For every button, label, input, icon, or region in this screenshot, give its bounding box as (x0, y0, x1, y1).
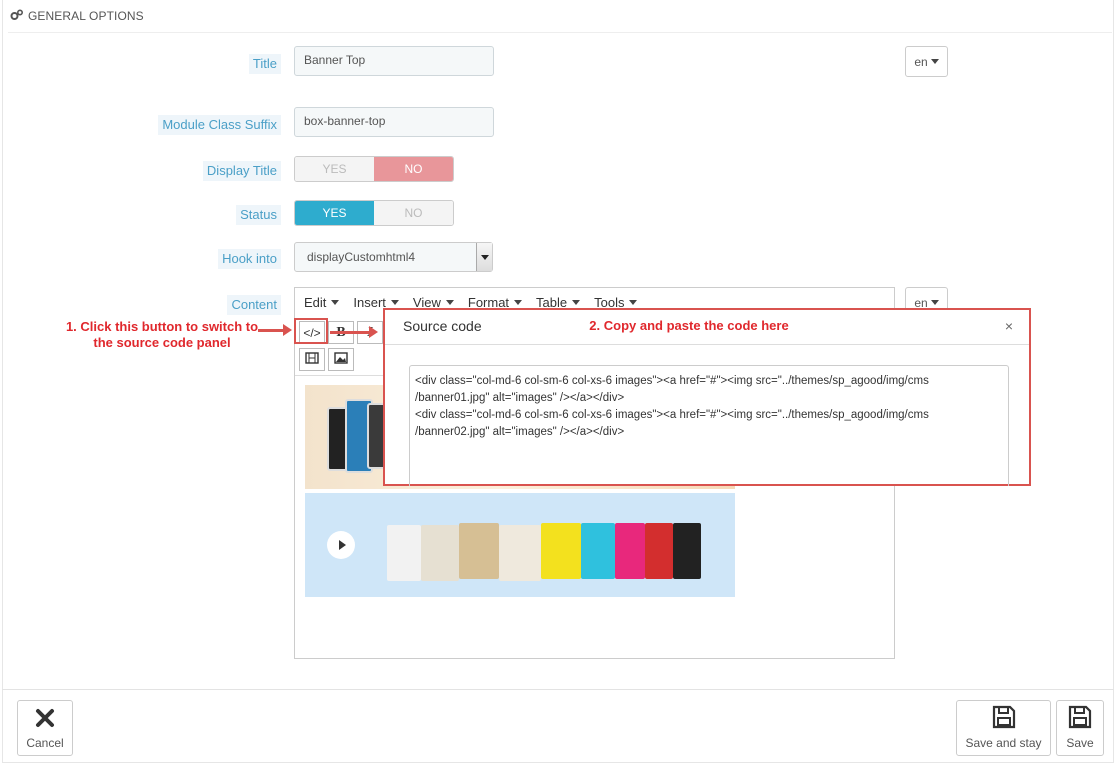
insert-video-button[interactable] (299, 348, 325, 371)
title-language-dropdown[interactable]: en (905, 46, 948, 77)
caret-down-icon (390, 299, 399, 305)
highlight-box (294, 318, 328, 344)
arrow-head-icon (283, 324, 292, 336)
close-icon (34, 707, 56, 736)
divider (385, 344, 1029, 345)
save-icon (992, 705, 1016, 736)
display-title-label: Display Title (202, 161, 281, 181)
save-and-stay-label: Save and stay (965, 736, 1042, 750)
annotation-step-2: 2. Copy and paste the code here (589, 318, 789, 333)
display-title-no[interactable]: NO (374, 157, 453, 181)
divider (8, 32, 1112, 33)
display-title-yes[interactable]: YES (295, 157, 374, 181)
annotation-step-1: 1. Click this button to switch to the so… (65, 319, 259, 350)
film-icon (305, 352, 319, 367)
close-icon[interactable]: × (1005, 318, 1013, 334)
cancel-button[interactable]: Cancel (17, 700, 73, 756)
save-label: Save (1066, 736, 1094, 750)
source-code-dialog: Source code × <div class="col-md-6 col-s… (383, 308, 1031, 486)
caret-down-icon (514, 299, 523, 305)
annotation-arrow (258, 329, 284, 332)
cogs-icon (10, 8, 24, 24)
caret-down-icon (572, 299, 581, 305)
status-label: Status (236, 205, 281, 225)
code-line: /banner01.jpg" alt="images" /></a></div> (415, 392, 625, 404)
status-no[interactable]: NO (374, 201, 453, 225)
caret-down-icon (930, 300, 939, 305)
play-icon (327, 531, 355, 559)
status-switch[interactable]: YES NO (294, 200, 454, 226)
module-class-suffix-input[interactable]: box-banner-top (294, 107, 494, 137)
title-label: Title (248, 54, 281, 74)
status-yes[interactable]: YES (295, 201, 374, 225)
cancel-label: Cancel (26, 736, 64, 750)
code-line: <div class="col-md-6 col-sm-6 col-xs-6 i… (415, 375, 929, 387)
language-code: en (914, 54, 928, 69)
hook-into-value: displayCustomhtml4 (307, 250, 416, 264)
module-class-suffix-label: Module Class Suffix (158, 115, 281, 135)
caret-down-icon (445, 299, 454, 305)
caret-down-icon (629, 299, 638, 305)
save-icon (1068, 705, 1092, 736)
code-line: /banner02.jpg" alt="images" /></a></div> (415, 426, 625, 438)
content-label: Content (227, 295, 281, 315)
annotation-arrow (330, 331, 370, 334)
arrow-head-icon (369, 326, 378, 338)
insert-image-button[interactable] (328, 348, 354, 371)
code-line: <div class="col-md-6 col-sm-6 col-xs-6 i… (415, 409, 929, 421)
hook-into-label: Hook into (218, 249, 281, 269)
select-arrow-icon[interactable] (476, 243, 492, 271)
image-icon (334, 352, 348, 367)
save-and-stay-button[interactable]: Save and stay (956, 700, 1051, 756)
dialog-title: Source code (403, 318, 482, 334)
caret-down-icon (331, 299, 340, 305)
display-title-switch[interactable]: YES NO (294, 156, 454, 182)
title-input[interactable]: Banner Top (294, 46, 494, 76)
panel-heading: GENERAL OPTIONS (10, 6, 144, 26)
source-code-textarea[interactable]: <div class="col-md-6 col-sm-6 col-xs-6 i… (409, 365, 1009, 486)
divider (2, 689, 1114, 690)
banner-image-cameras (305, 493, 735, 597)
caret-down-icon (930, 59, 939, 64)
save-button[interactable]: Save (1056, 700, 1104, 756)
panel-title: GENERAL OPTIONS (28, 9, 144, 23)
hook-into-select[interactable]: displayCustomhtml4 (294, 242, 493, 272)
menu-edit[interactable]: Edit (304, 295, 340, 310)
